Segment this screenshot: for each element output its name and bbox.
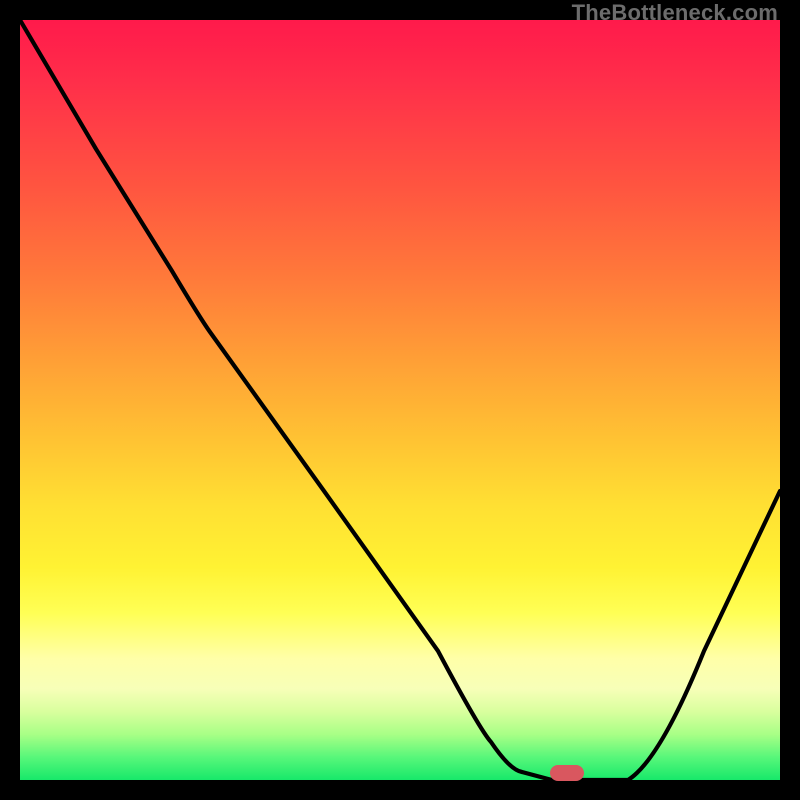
bottleneck-curve-path <box>20 20 780 780</box>
optimal-point-marker <box>550 765 584 781</box>
bottleneck-curve <box>20 20 780 780</box>
plot-area <box>20 20 780 780</box>
chart-frame: TheBottleneck.com <box>0 0 800 800</box>
